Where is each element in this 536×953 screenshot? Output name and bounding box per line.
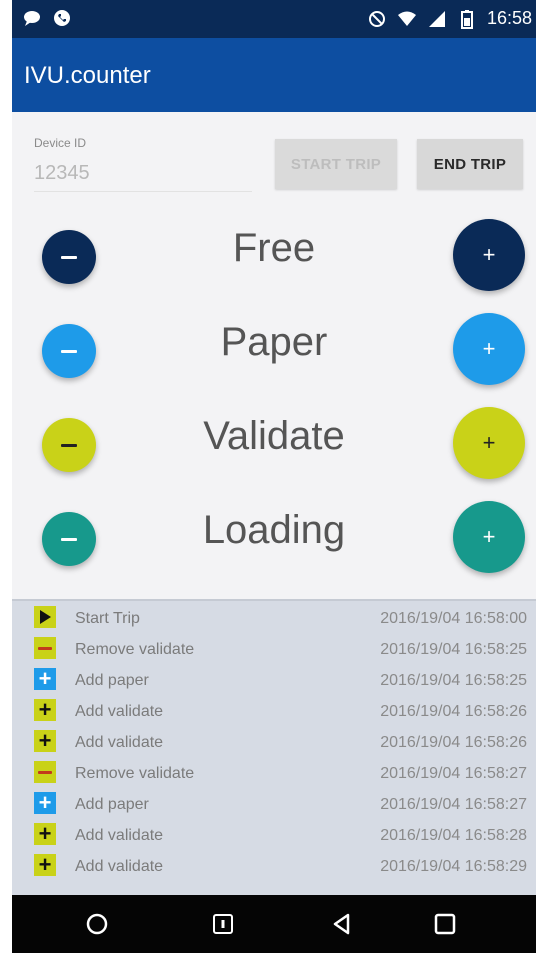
log-label: Add validate: [75, 827, 164, 844]
recent-apps-button[interactable]: [430, 909, 460, 939]
log-label: Start Trip: [75, 610, 140, 627]
counter-validate: Validate +: [12, 400, 536, 492]
log-label: Add paper: [75, 672, 149, 689]
log-time: 2016/19/04 16:58:25: [380, 641, 527, 658]
free-plus-button[interactable]: +: [453, 219, 525, 291]
log-time: 2016/19/04 16:58:29: [380, 858, 527, 875]
navigation-bar: [12, 895, 536, 953]
play-icon: [34, 606, 56, 628]
home-button[interactable]: [82, 909, 112, 939]
log-label: Add paper: [75, 796, 149, 813]
paper-plus-button[interactable]: +: [453, 313, 525, 385]
minus-icon: [34, 637, 56, 659]
battery-icon: [460, 9, 473, 29]
free-minus-button[interactable]: [42, 230, 96, 284]
log-time: 2016/19/04 16:58:00: [380, 610, 527, 627]
log-row: Remove validate 2016/19/04 16:58:27: [12, 758, 536, 789]
minus-icon: [61, 255, 77, 259]
log-time: 2016/19/04 16:58:26: [380, 734, 527, 751]
plus-yellow-icon: +: [34, 823, 56, 845]
log-row: + Add validate 2016/19/04 16:58:26: [12, 696, 536, 727]
log-time: 2016/19/04 16:58:25: [380, 672, 527, 689]
minus-icon: [61, 443, 77, 447]
plus-icon: +: [482, 242, 496, 267]
plus-yellow-icon: +: [34, 730, 56, 752]
minus-icon: [61, 349, 77, 353]
counter-label: Validate: [203, 414, 345, 458]
app-bar: IVU.counter: [12, 38, 536, 112]
minus-icon: [61, 537, 77, 541]
menu-button[interactable]: [208, 909, 238, 939]
app-screen: 16:58 IVU.counter Device ID 12345 START …: [12, 0, 536, 953]
log-label: Remove validate: [75, 641, 195, 658]
log-time: 2016/19/04 16:58:28: [380, 827, 527, 844]
menu-icon: [213, 914, 233, 934]
signal-icon: [428, 10, 445, 27]
app-title: IVU.counter: [24, 62, 151, 89]
plus-icon: +: [482, 336, 496, 361]
validate-minus-button[interactable]: [42, 418, 96, 472]
square-icon: [434, 913, 456, 935]
log-time: 2016/19/04 16:58:26: [380, 703, 527, 720]
minus-icon: [34, 761, 56, 783]
log-time: 2016/19/04 16:58:27: [380, 796, 527, 813]
plus-yellow-icon: +: [34, 854, 56, 876]
back-button[interactable]: [327, 909, 357, 939]
log-row: + Add paper 2016/19/04 16:58:27: [12, 789, 536, 820]
device-id-label: Device ID: [34, 136, 87, 150]
home-circle-icon: [86, 913, 108, 935]
log-row: + Add paper 2016/19/04 16:58:25: [12, 665, 536, 696]
validate-plus-button[interactable]: +: [453, 407, 525, 479]
counter-free: Free +: [12, 212, 536, 304]
counter-label: Free: [232, 226, 316, 270]
counter-loading: Loading +: [12, 494, 536, 586]
end-trip-button[interactable]: END TRIP: [417, 139, 523, 189]
log-row: + Add validate 2016/19/04 16:58:28: [12, 820, 536, 851]
log-row: Start Trip 2016/19/04 16:58:00: [12, 603, 536, 634]
counter-paper: Paper +: [12, 306, 536, 398]
plus-yellow-icon: +: [34, 699, 56, 721]
log-row: Remove validate 2016/19/04 16:58:25: [12, 634, 536, 665]
log-row: + Add validate 2016/19/04 16:58:29: [12, 851, 536, 882]
wifi-icon: [397, 11, 416, 26]
event-log[interactable]: Start Trip 2016/19/04 16:58:00 Remove va…: [12, 599, 536, 896]
counter-label: Paper: [220, 320, 328, 364]
clock: 16:58: [486, 8, 532, 28]
loading-minus-button[interactable]: [42, 512, 96, 566]
log-label: Add validate: [75, 703, 164, 720]
log-time: 2016/19/04 16:58:27: [380, 765, 527, 782]
do-not-disturb-icon: [368, 10, 385, 27]
status-bar: 16:58: [12, 0, 536, 38]
back-triangle-icon: [333, 913, 350, 935]
log-row: + Add validate 2016/19/04 16:58:26: [12, 727, 536, 758]
start-trip-button[interactable]: START TRIP: [275, 139, 397, 189]
log-label: Add validate: [75, 734, 164, 751]
plus-icon: +: [482, 524, 496, 549]
plus-blue-icon: +: [34, 792, 56, 814]
plus-icon: +: [482, 430, 496, 455]
chat-notification-icon: [24, 11, 40, 26]
log-label: Remove validate: [75, 765, 195, 782]
log-label: Add validate: [75, 858, 164, 875]
loading-plus-button[interactable]: +: [453, 501, 525, 573]
paper-minus-button[interactable]: [42, 324, 96, 378]
counter-label: Loading: [202, 508, 346, 552]
plus-blue-icon: +: [34, 668, 56, 690]
device-id-field[interactable]: 12345: [34, 162, 252, 192]
phone-notification-icon: [54, 10, 70, 26]
